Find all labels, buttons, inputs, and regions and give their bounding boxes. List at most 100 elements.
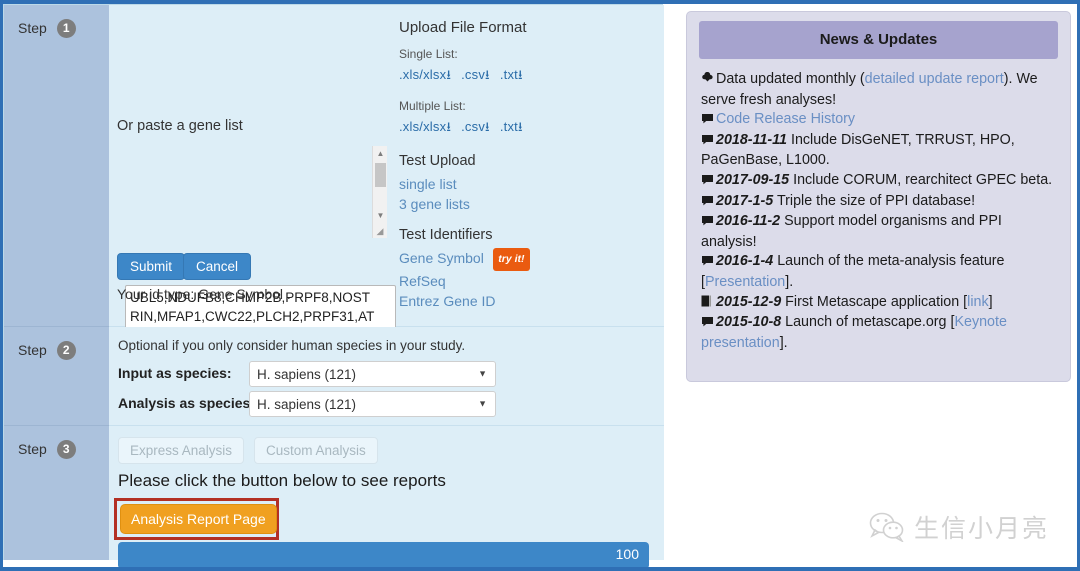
analysis-species-value: H. sapiens (121) [257,397,357,412]
news-updates-panel: News & Updates Data updated monthly (det… [686,11,1071,382]
download-icon[interactable]: ⭳ [446,66,457,88]
try-it-badge[interactable]: try it! [493,248,530,271]
single-list-formats: .xls/xlsx⭳ .csv⭳ .txt⭳ [399,66,629,88]
news-item-text: Data updated monthly ( [716,71,865,87]
download-icon[interactable]: ⭳ [518,118,529,140]
news-item: Code Release History [701,111,855,127]
download-icon[interactable]: ⭳ [446,118,457,140]
news-item-link[interactable]: Code Release History [716,111,855,127]
news-item-text: Include CORUM, rearchitect GPEC beta. [789,171,1053,188]
input-species-label: Input as species: [118,365,232,381]
gene-symbol-row: Gene Symbol try it! [399,248,629,271]
multiple-list-label: Multiple List: [399,99,466,113]
analysis-species-select[interactable]: H. sapiens (121) ▼ [249,391,496,417]
multi-csv-link[interactable]: .csv [461,119,485,134]
chevron-down-icon[interactable]: ▼ [478,395,487,414]
watermark-text: 生信小月亮 [914,514,1050,543]
news-item: 2015-12-9 First Metascape application [l… [701,294,993,310]
step-1-label: Step [18,20,47,36]
chevron-down-icon[interactable]: ▼ [478,365,487,384]
news-item-link[interactable]: link [967,294,988,310]
news-item-date: 2017-09-15 [716,171,790,188]
test-identifiers-title: Test Identifiers [399,227,493,243]
news-item-date: 2015-10-8 [716,314,782,331]
news-item: 2015-10-8 Launch of metascape.org [Keyno… [701,314,1007,351]
step-2-row: Step 2 Optional if you only consider hum… [4,327,664,426]
single-txt-link[interactable]: .txt [500,67,518,82]
step-3-badge: 3 [56,440,76,459]
upload-file-format-column: Upload File Format Single List: .xls/xls… [399,19,629,311]
step-2-badge: 2 [56,341,76,360]
news-updates-list: Data updated monthly (detailed update re… [687,59,1070,353]
multi-txt-link[interactable]: .txt [500,119,518,134]
comment-icon [701,193,716,213]
news-item-date: 2017-1-5 [716,192,774,209]
news-item-date: 2015-12-9 [716,293,782,310]
express-analysis-button[interactable]: Express Analysis [118,437,245,464]
custom-analysis-button[interactable]: Custom Analysis [254,437,378,464]
step-1-badge: 1 [56,19,76,38]
step-3-label: Step [18,441,47,457]
progress-bar: 100 [118,542,649,567]
wechat-icon [869,512,904,542]
scroll-down-arrow-icon[interactable]: ▼ [373,208,388,223]
news-updates-title: News & Updates [699,21,1058,59]
comment-icon [701,111,716,131]
news-item-text: ]. [779,334,788,351]
news-item-link[interactable]: Presentation [705,274,785,290]
upload-file-format-title: Upload File Format [399,19,527,36]
news-item: 2017-09-15 Include CORUM, rearchitect GP… [701,172,1052,188]
news-item-link[interactable]: detailed update report [865,71,1004,87]
input-species-value: H. sapiens (121) [257,367,357,382]
gene-list-textarea-wrap[interactable]: UBL5,NDUFB8,CHMP2B,PRPF8,NOSTRIN,MFAP1,C… [117,145,396,379]
step-3-body: Express Analysis Custom Analysis Please … [109,426,664,567]
page-frame: Step 1 Or paste a gene list UBL5,NDUFB8,… [0,0,1080,571]
news-item-date: 2018-11-11 [716,131,788,148]
news-item-text: Triple the size of PPI database! [773,192,976,209]
news-item-text: ]. [785,273,794,290]
scroll-up-arrow-icon[interactable]: ▲ [373,146,388,161]
step-1-row: Step 1 Or paste a gene list UBL5,NDUFB8,… [4,5,664,379]
workflow-panel: Step 1 Or paste a gene list UBL5,NDUFB8,… [3,4,664,567]
news-item: 2016-1-4 Launch of the meta-analysis fea… [701,253,1005,290]
step-3-row: Step 3 Express Analysis Custom Analysis … [4,426,664,567]
cancel-button[interactable]: Cancel [183,253,252,280]
cloud-download-icon [701,71,716,91]
news-item-text: ] [988,293,993,310]
download-icon[interactable]: ⭳ [485,66,496,88]
analysis-report-page-button[interactable]: Analysis Report Page [120,504,277,534]
step-3-gutter: Step 3 [4,426,109,560]
comment-icon [701,132,716,152]
comment-icon [701,172,716,192]
book-icon [701,294,716,314]
step-1-gutter: Step 1 [4,5,109,327]
input-species-select[interactable]: H. sapiens (121) ▼ [249,361,496,387]
multi-xls-link[interactable]: .xls/xlsx [399,119,446,134]
news-item-date: 2016-11-2 [716,213,781,230]
entrez-gene-id-link[interactable]: Entrez Gene ID [399,291,629,311]
paste-gene-list-label: Or paste a gene list [117,118,243,134]
comment-icon [701,314,716,334]
reports-instruction-text: Please click the button below to see rep… [118,471,446,490]
step-2-body: Optional if you only consider human spec… [109,327,664,426]
test-upload-3-gene-lists-link[interactable]: 3 gene lists [399,194,629,214]
watermark: 生信小月亮 [869,509,1049,545]
download-icon[interactable]: ⭳ [518,66,529,88]
textarea-resize-handle-icon[interactable]: ◢ [373,224,387,238]
news-item: 2017-1-5 Triple the size of PPI database… [701,193,975,209]
news-item: 2018-11-11 Include DisGeNET, TRRUST, HPO… [701,132,1015,169]
single-xls-link[interactable]: .xls/xlsx [399,67,446,82]
test-upload-single-list-link[interactable]: single list [399,174,629,194]
download-icon[interactable]: ⭳ [485,118,496,140]
submit-button[interactable]: Submit [117,253,186,280]
comment-icon [701,253,716,273]
id-type-text: Your id type: Gene Symbol . [117,286,291,302]
refseq-link[interactable]: RefSeq [399,271,629,291]
test-upload-title: Test Upload [399,153,476,169]
gene-symbol-link[interactable]: Gene Symbol [399,250,484,266]
single-csv-link[interactable]: .csv [461,67,485,82]
comment-icon [701,213,716,233]
multiple-list-formats: .xls/xlsx⭳ .csv⭳ .txt⭳ [399,118,629,140]
scrollbar-thumb[interactable] [375,163,386,187]
progress-value: 100 [615,546,639,562]
